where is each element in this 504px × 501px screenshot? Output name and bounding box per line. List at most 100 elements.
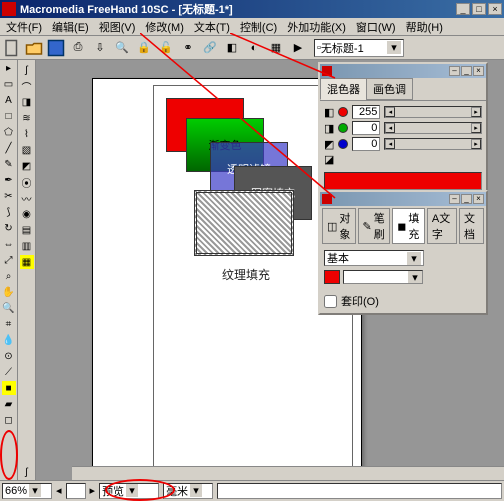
eyedrop-tool[interactable]: 💧 (1, 332, 17, 348)
transform-button[interactable]: ◧ (222, 38, 242, 58)
unlock-button[interactable]: 🔓 (156, 38, 176, 58)
menu-view[interactable]: 视图(V) (95, 18, 140, 36)
link-button[interactable]: 🔗 (200, 38, 220, 58)
new-button[interactable] (2, 38, 22, 58)
b-slider[interactable]: ◂▸ (384, 138, 482, 150)
tab-tints[interactable]: 画色调 (366, 78, 413, 100)
panel-minimize-button[interactable]: _ (461, 66, 472, 76)
launch-button[interactable]: ▶ (288, 38, 308, 58)
panel-dock-button[interactable]: ‒ (449, 66, 460, 76)
lock-button[interactable]: 🔒 (134, 38, 154, 58)
fx-emboss[interactable]: ◩ (19, 158, 35, 174)
print-button[interactable]: ⎙ (68, 38, 88, 58)
open-button[interactable] (24, 38, 44, 58)
menu-window[interactable]: 窗口(W) (352, 18, 400, 36)
sys-icon[interactable]: ◪ (324, 153, 334, 166)
panel-close-button[interactable]: × (473, 66, 484, 76)
pointer-tool[interactable]: ▸ (1, 60, 17, 76)
fx-chart[interactable]: ▥ (19, 238, 35, 254)
stroke-indicator[interactable]: ◻ (1, 412, 17, 428)
pencil-tool[interactable]: ✎ (1, 156, 17, 172)
connector-tool[interactable]: ⟋ (1, 364, 17, 380)
fill-panel-titlebar[interactable]: ‒ _ × (320, 192, 486, 206)
horizontal-scrollbar[interactable] (72, 466, 504, 480)
hls-icon[interactable]: ◩ (324, 138, 334, 151)
knife-tool[interactable]: ✂ (1, 188, 17, 204)
g-slider[interactable]: ◂▸ (384, 122, 482, 134)
fx-highlight[interactable]: ▦ (19, 254, 35, 270)
b-value[interactable]: 0 (352, 137, 380, 151)
fx-smudge[interactable]: ⌇ (19, 126, 35, 142)
fill-indicator[interactable]: ▰ (1, 396, 17, 412)
polygon-tool[interactable]: ⬠ (1, 124, 17, 140)
lasso-tool[interactable]: ⊙ (1, 348, 17, 364)
panel-minimize-button[interactable]: _ (461, 194, 472, 204)
page-nav-prev[interactable]: ◂ (56, 484, 62, 497)
g-value[interactable]: 0 (352, 121, 380, 135)
zoom-field[interactable]: 66%▾ (2, 483, 52, 499)
find-button[interactable]: 🔍 (112, 38, 132, 58)
menu-text[interactable]: 文本(T) (190, 18, 234, 36)
page-field[interactable] (66, 483, 86, 499)
close-button[interactable]: × (488, 3, 502, 15)
hand-tool[interactable]: ✋ (1, 284, 17, 300)
reflect-tool[interactable]: ⇔ (1, 236, 17, 252)
menu-file[interactable]: 文件(F) (2, 18, 46, 36)
menu-xtras[interactable]: 外加功能(X) (283, 18, 350, 36)
cmyk-icon[interactable]: ◧ (324, 106, 334, 119)
fx-arc[interactable]: ⌒ (19, 78, 35, 94)
tab-stroke[interactable]: ✎笔刷 (358, 208, 391, 244)
menu-modify[interactable]: 修改(M) (141, 18, 188, 36)
r-slider[interactable]: ◂▸ (384, 106, 482, 118)
fx-spiral2[interactable]: ʃ (19, 464, 35, 480)
fill-color-select[interactable]: ▾ (343, 270, 423, 284)
view-mode-field[interactable]: 预览▾ (99, 483, 159, 499)
fx-mirror[interactable]: ⦿ (19, 174, 35, 190)
text-tool[interactable]: A (1, 92, 17, 108)
menu-help[interactable]: 帮助(H) (402, 18, 447, 36)
tab-text[interactable]: A文字 (427, 208, 457, 244)
units-field[interactable]: 毫米▾ (163, 483, 213, 499)
mixer-panel-titlebar[interactable]: ‒ _ × (320, 64, 486, 78)
chain-button[interactable]: ⚭ (178, 38, 198, 58)
fx-fisheye[interactable]: ◉ (19, 206, 35, 222)
r-value[interactable]: 255 (352, 105, 380, 119)
zoom-tool[interactable]: 🔍 (1, 300, 17, 316)
sample-texture-fill[interactable] (194, 190, 294, 256)
fx-blend[interactable]: ≋ (19, 110, 35, 126)
menu-control[interactable]: 控制(C) (236, 18, 281, 36)
document-selector[interactable]: ▫ 无标题-1 ▾ (314, 39, 404, 57)
import-button[interactable]: ⇩ (90, 38, 110, 58)
maximize-button[interactable]: □ (472, 3, 486, 15)
rgb-icon[interactable]: ◨ (324, 122, 334, 135)
grid-button[interactable]: ▦ (266, 38, 286, 58)
trace-tool[interactable]: ⌕ (1, 268, 17, 284)
overprint-input[interactable] (324, 295, 337, 308)
panel-dock-button[interactable]: ‒ (449, 194, 460, 204)
line-tool[interactable]: ╱ (1, 140, 17, 156)
tab-object[interactable]: ◫对象 (322, 208, 356, 244)
perspective-tool[interactable]: ⌗ (1, 316, 17, 332)
fx-spiral[interactable]: ʃ (19, 62, 35, 78)
page-tool[interactable]: ▭ (1, 76, 17, 92)
fill-color-swatch[interactable] (324, 270, 340, 284)
overprint-checkbox[interactable]: 套印(O) (324, 293, 482, 309)
scale-tool[interactable]: ⤢ (1, 252, 17, 268)
tab-doc[interactable]: 文档 (459, 208, 484, 244)
save-button[interactable] (46, 38, 66, 58)
fx-shadow[interactable]: ▧ (19, 142, 35, 158)
rect-tool[interactable]: □ (1, 108, 17, 124)
page-nav-next[interactable]: ▸ (90, 484, 96, 497)
fx-roughen[interactable]: 〰 (19, 190, 35, 206)
tab-mixer[interactable]: 混色器 (320, 78, 367, 100)
rotate-tool[interactable]: ↻ (1, 220, 17, 236)
fx-graphic[interactable]: ▤ (19, 222, 35, 238)
mixer-result-swatch[interactable] (324, 172, 482, 190)
fx-3d[interactable]: ◨ (19, 94, 35, 110)
minimize-button[interactable]: _ (456, 3, 470, 15)
menu-edit[interactable]: 编辑(E) (48, 18, 93, 36)
color-tool-1[interactable]: ■ (1, 380, 17, 396)
tab-fill[interactable]: ◼填充 (392, 208, 425, 244)
pen-tool[interactable]: ✒ (1, 172, 17, 188)
fill-type-select[interactable]: 基本 ▾ (324, 250, 424, 266)
